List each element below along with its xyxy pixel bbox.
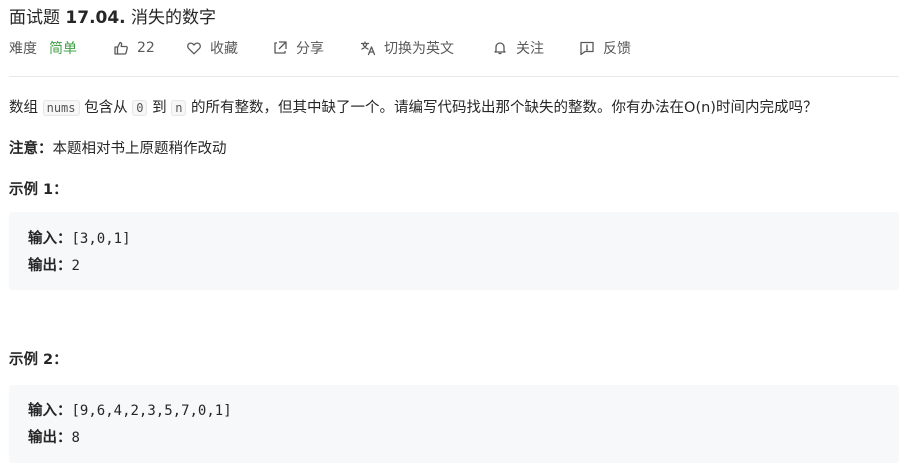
difficulty: 难度 简单 [9, 38, 113, 58]
translate-label: 切换为英文 [384, 41, 454, 57]
bell-icon [494, 42, 506, 55]
example-2-box: 输入：[9,6,4,2,3,5,7,0,1] 输出：8 [9, 385, 899, 463]
feedback-label: 反馈 [603, 41, 631, 57]
thumbs-up-icon [114, 41, 128, 55]
output-value: 2 [71, 258, 80, 274]
example-2-title: 示例 2： [9, 352, 68, 368]
desc-text-2: 包含从 [84, 100, 128, 116]
page-title: 面试题 17.04. 消失的数字 [9, 3, 216, 28]
heart-icon [187, 42, 201, 55]
feedback-icon [580, 41, 594, 56]
example-2-output: 输出：8 [28, 426, 80, 447]
note-label: 注意： [9, 141, 53, 157]
inline-code-zero: 0 [132, 100, 148, 116]
problem-description: 数组 nums 包含从 0 到 n 的所有整数，但其中缺了一个。请编写代码找出那… [9, 96, 817, 117]
title-number: 17.04. [65, 8, 126, 28]
favorite-button[interactable]: 收藏 [186, 38, 272, 58]
example-1-output: 输出：2 [28, 254, 80, 275]
follow-label: 关注 [516, 41, 544, 57]
output-label: 输出： [28, 258, 72, 274]
feedback-button[interactable]: 反馈 [579, 38, 631, 58]
share-icon [274, 41, 287, 54]
desc-text-1: 数组 [9, 100, 38, 116]
example-2-input: 输入：[9,6,4,2,3,5,7,0,1] [28, 399, 232, 420]
example-1-title: 示例 1： [9, 182, 68, 198]
input-label: 输入： [28, 231, 72, 247]
note-text: 本题相对书上原题稍作改动 [52, 141, 227, 157]
divider [9, 76, 899, 77]
title-name: 消失的数字 [125, 8, 217, 28]
desc-text-3: 到 [152, 100, 167, 116]
difficulty-label: 难度 [9, 41, 37, 57]
title-prefix: 面试题 [9, 8, 66, 28]
favorite-label: 收藏 [210, 41, 238, 57]
meta-toolbar: 难度 简单 22 收藏 分享 切换为英文 关注 反馈 [9, 38, 899, 58]
input-label: 输入： [28, 403, 72, 419]
input-value: [3,0,1] [71, 231, 131, 247]
example-1-input: 输入：[3,0,1] [28, 227, 131, 248]
translate-button[interactable]: 切换为英文 [360, 38, 492, 58]
inline-code-n: n [171, 100, 187, 116]
desc-text-4: 的所有整数，但其中缺了一个。请编写代码找出那个缺失的整数。你有办法在O(n)时间… [191, 100, 818, 116]
share-button[interactable]: 分享 [272, 38, 360, 58]
output-value: 8 [71, 430, 80, 446]
input-value: [9,6,4,2,3,5,7,0,1] [71, 403, 232, 419]
share-label: 分享 [296, 41, 324, 57]
translate-icon [360, 41, 376, 56]
example-1-box: 输入：[3,0,1] 输出：2 [9, 212, 899, 290]
output-label: 输出： [28, 430, 72, 446]
inline-code-nums: nums [42, 100, 80, 116]
difficulty-value: 简单 [49, 41, 77, 57]
follow-button[interactable]: 关注 [492, 38, 579, 58]
note: 注意：本题相对书上原题稍作改动 [9, 137, 227, 158]
like-button[interactable]: 22 [113, 40, 186, 56]
like-count: 22 [137, 40, 155, 56]
